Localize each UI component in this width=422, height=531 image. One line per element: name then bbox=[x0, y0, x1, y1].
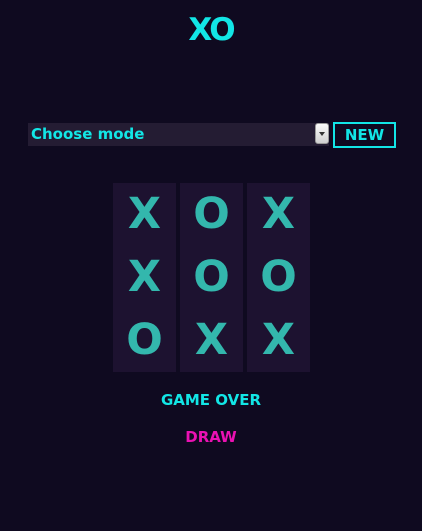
app-title: XO bbox=[188, 12, 235, 48]
chevron-down-icon bbox=[319, 132, 325, 136]
new-game-button[interactable]: NEW bbox=[333, 122, 396, 148]
cell-r3-c3[interactable]: X bbox=[247, 309, 310, 372]
mode-select-value: Choose mode bbox=[31, 125, 145, 143]
cell-r3-c2[interactable]: X bbox=[180, 309, 243, 372]
board-column-1: X X O bbox=[113, 183, 176, 372]
cell-r1-c3[interactable]: X bbox=[247, 183, 310, 246]
mode-select[interactable]: Choose mode bbox=[28, 123, 329, 146]
game-board: X X O O O X X O X bbox=[113, 183, 311, 372]
cell-r2-c2[interactable]: O bbox=[180, 246, 243, 309]
dropdown-button[interactable] bbox=[315, 123, 329, 144]
cell-r3-c1[interactable]: O bbox=[113, 309, 176, 372]
cell-r1-c1[interactable]: X bbox=[113, 183, 176, 246]
cell-r2-c3[interactable]: O bbox=[247, 246, 310, 309]
result-text: DRAW bbox=[185, 428, 237, 446]
board-column-3: X O X bbox=[247, 183, 310, 372]
cell-r1-c2[interactable]: O bbox=[180, 183, 243, 246]
cell-r2-c1[interactable]: X bbox=[113, 246, 176, 309]
game-over-text: GAME OVER bbox=[160, 391, 262, 409]
board-column-2: O O X bbox=[180, 183, 243, 372]
